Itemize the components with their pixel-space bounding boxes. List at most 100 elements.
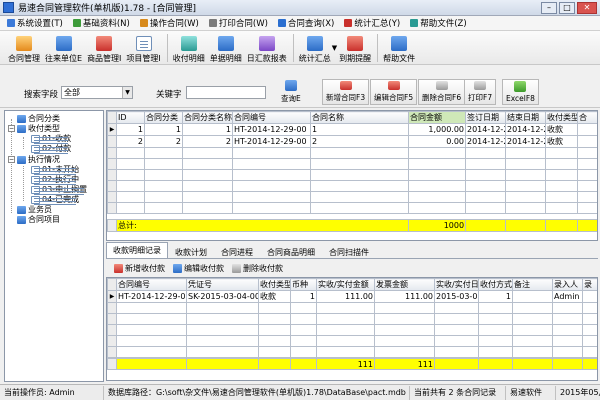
menu-item-label: 基础资料(N) xyxy=(82,19,130,29)
table-cell xyxy=(512,290,553,303)
table-cell: 收款 xyxy=(545,123,578,136)
expand-toggle[interactable]: − xyxy=(8,156,15,163)
add-payment-button[interactable]: 新增收付款 xyxy=(114,263,165,274)
toolbar-button-5[interactable]: 单据明细 xyxy=(208,32,244,64)
toolbar-button-4[interactable]: 收付明细 xyxy=(171,32,207,64)
tree-node-contract-project[interactable]: 合同项目 xyxy=(17,214,60,225)
search-field-select[interactable]: 全部 ▼ xyxy=(61,86,133,99)
delete-contract-button[interactable]: 删除合同F6 xyxy=(418,79,466,105)
tab-0[interactable]: 收款明细记录 xyxy=(106,242,168,258)
payments-column-header[interactable]: 录入人 xyxy=(552,278,583,291)
menu-item-4[interactable]: 合同查询(X) xyxy=(273,16,339,31)
total-label: 总计: xyxy=(115,219,410,232)
tab-3[interactable]: 合同商品明细 xyxy=(260,244,322,258)
table-cell: 1 xyxy=(144,123,183,136)
excel-button[interactable]: ExcelF8 xyxy=(502,79,539,105)
print-button[interactable]: 打印F7 xyxy=(464,79,497,105)
folder-icon xyxy=(17,205,26,214)
window-title: 易速合同管理软件(单机版)1.78 - [合同管理] xyxy=(18,4,197,14)
add-contract-button[interactable]: 新增合同F3 xyxy=(322,79,370,105)
payments-column-header[interactable]: 合同编号 xyxy=(116,278,187,291)
payments-column-header[interactable]: 收付类型 xyxy=(258,278,291,291)
toolbar-button-2[interactable]: 商品管理I xyxy=(85,32,123,64)
row-indicator: ▶ xyxy=(107,290,117,303)
payments-column-header[interactable]: 币种 xyxy=(290,278,317,291)
payments-column-header[interactable]: 收付方式 xyxy=(478,278,513,291)
contracts-column-header[interactable]: 签订日期 xyxy=(465,111,506,124)
keyword-input[interactable] xyxy=(186,86,266,99)
folder-icon xyxy=(17,215,26,224)
delete-contract-label: 删除合同F6 xyxy=(422,93,462,102)
chevron-down-icon: ▼ xyxy=(122,87,132,98)
toolbar-button-label: 日汇款报表 xyxy=(246,54,287,63)
table-cell: 1 xyxy=(116,123,145,136)
payments-column-header[interactable]: 实收/实付日期 xyxy=(434,278,479,291)
table-cell: HT-2014-12-29-00 xyxy=(232,135,311,148)
contracts-column-header[interactable]: ID xyxy=(116,111,145,124)
expand-toggle[interactable]: − xyxy=(8,125,15,132)
menu-item-label: 打印合同(W) xyxy=(218,19,268,29)
edit-payment-button[interactable]: 编辑收付款 xyxy=(173,263,224,274)
contracts-column-header[interactable]: 结束日期 xyxy=(505,111,546,124)
toolbar-button-1[interactable]: 往来单位E xyxy=(43,32,84,64)
toolbar-button-0[interactable]: 合同管理 xyxy=(6,32,42,64)
document-icon xyxy=(31,134,40,143)
contracts-column-header[interactable]: 合同金额 xyxy=(408,111,466,124)
maximize-button[interactable]: □ xyxy=(559,2,575,14)
toolbar-button-8[interactable]: 到期提醒 xyxy=(337,32,373,64)
payments-column-header[interactable]: 录 xyxy=(582,278,597,291)
table-row[interactable]: ▶ HT-2014-12-29-00 SK-2015-03-04-00 收款 1 111.… xyxy=(107,290,597,303)
toolbar-button-6[interactable]: 日汇款报表 xyxy=(245,32,289,64)
table-cell: 2 xyxy=(144,135,183,148)
empty-row xyxy=(107,180,597,192)
table-cell xyxy=(582,290,597,303)
tab-1[interactable]: 收款计划 xyxy=(168,244,214,258)
table-cell: 2014-12-2 xyxy=(465,123,506,136)
table-row[interactable]: 2 2 2 HT-2014-12-29-00 2 0.00 2014-12-2 2014-12… xyxy=(107,135,597,148)
app-icon xyxy=(3,2,14,13)
toolbar-button-7[interactable]: 统计汇总 xyxy=(297,32,333,64)
document-icon xyxy=(31,195,40,204)
payments-column-header[interactable]: 发票金额 xyxy=(374,278,435,291)
payments-column-header[interactable]: 备注 xyxy=(512,278,553,291)
tree-node-payment[interactable]: 02-付款 xyxy=(31,143,71,154)
menu-item-label: 操作合同(W) xyxy=(149,19,199,29)
menu-item-6[interactable]: 帮助文件(Z) xyxy=(405,16,471,31)
row-indicator xyxy=(107,135,117,148)
contracts-column-header[interactable]: 收付类型 xyxy=(545,111,578,124)
toolbar-button-9[interactable]: 帮助文件 xyxy=(381,32,417,64)
detail-tabs: 收款明细记录 收款计划 合同进程 合同商品明细 合同扫描件 xyxy=(106,242,598,259)
contracts-column-header[interactable]: 合同分类 xyxy=(144,111,183,124)
category-tree: − − 合同分类 收付类型 01-收款 02-付款 执行情况 01-未开始 02… xyxy=(4,110,104,382)
table-row[interactable]: ▶ 1 1 1 HT-2014-12-29-00 1 1,000.00 2014-12-2 20… xyxy=(107,123,597,136)
menu-item-0[interactable]: 系统设置(T) xyxy=(2,16,68,31)
tab-4[interactable]: 合同扫描件 xyxy=(322,244,376,258)
delete-payment-button[interactable]: 删除收付款 xyxy=(232,263,283,274)
contracts-column-header[interactable]: 合同名称 xyxy=(310,111,409,124)
menu-item-label: 系统设置(T) xyxy=(17,19,63,29)
menu-item-2[interactable]: 操作合同(W) xyxy=(135,16,204,31)
contracts-column-header[interactable]: 合同编号 xyxy=(232,111,311,124)
tab-2[interactable]: 合同进程 xyxy=(214,244,260,258)
toolbar-button-3[interactable]: 项目管理I xyxy=(124,32,162,64)
table-cell: 2015-03-0 xyxy=(434,290,479,303)
edit-contract-button[interactable]: 编辑合同F5 xyxy=(370,79,418,105)
menu-item-5[interactable]: 统计汇总(Y) xyxy=(339,16,405,31)
project-icon xyxy=(135,36,152,51)
people-icon xyxy=(55,36,72,51)
company-name: 易速软件 xyxy=(506,385,556,400)
menu-item-3[interactable]: 打印合同(W) xyxy=(204,16,273,31)
table-cell: 111.00 xyxy=(374,290,435,303)
close-button[interactable]: ✕ xyxy=(577,2,597,14)
database-path: 数据库路径：G:\soft\杂文件\易速合同管理软件(单机版)1.78\Data… xyxy=(104,385,410,400)
empty-row xyxy=(107,313,597,325)
excel-icon xyxy=(514,81,527,92)
menu-item-1[interactable]: 基础资料(N) xyxy=(68,16,135,31)
query-button[interactable]: 查询E xyxy=(278,79,304,105)
contracts-column-header[interactable]: 合同分类名称 xyxy=(182,111,233,124)
toolbar-button-label: 项目管理I xyxy=(126,54,161,63)
contracts-column-header[interactable]: 合 xyxy=(577,111,597,124)
minimize-button[interactable]: – xyxy=(541,2,557,14)
payments-column-header[interactable]: 实收/实付金额 xyxy=(316,278,375,291)
payments-column-header[interactable]: 凭证号 xyxy=(186,278,259,291)
